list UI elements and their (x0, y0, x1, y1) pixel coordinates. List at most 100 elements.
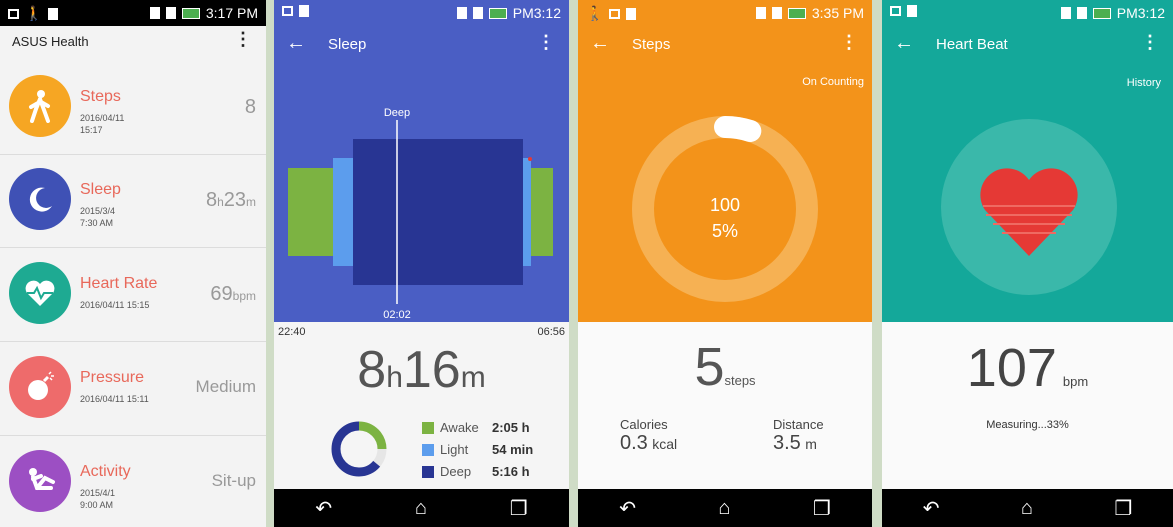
status-bar: PM3:12 (274, 0, 569, 26)
app-bar: ← Sleep ⋮ (274, 26, 569, 64)
list-item-sleep[interactable]: Sleep 2015/3/4 7:30 AM 8h23m (0, 153, 266, 248)
battery-icon (181, 7, 200, 19)
measuring-status: Measuring...33% (986, 419, 1069, 431)
item-value: 8h23m (205, 189, 256, 211)
screen-title: Heart Beat (936, 36, 1008, 53)
light-swatch (422, 444, 434, 456)
light-segment-left (333, 158, 353, 266)
list-item-pressure[interactable]: Pressure 2016/04/11 15:11 Medium (0, 341, 266, 436)
item-date: 2016/04/11 15:15 (80, 300, 150, 310)
awake-segment-left (288, 168, 334, 256)
step-count: 5steps (694, 337, 756, 397)
cursor-time-label: 02:02 (383, 309, 411, 321)
back-arrow-icon[interactable]: ← (286, 32, 306, 55)
back-arrow-icon[interactable]: ← (894, 32, 914, 55)
list-item-activity[interactable]: Activity 2015/4/1 9:00 AM Sit-up (0, 435, 266, 527)
list-item-heart-rate[interactable]: Heart Rate 2016/04/11 15:15 69bpm (0, 247, 266, 342)
phone-home: 🚶 3:17 PM ASUS Health ⋮ Steps 2016/04/11… (0, 0, 266, 527)
recents-nav-icon[interactable]: ❐ (1114, 496, 1132, 521)
history-link[interactable]: History (1127, 77, 1161, 89)
overflow-menu-icon[interactable]: ⋮ (840, 32, 858, 53)
counting-status: On Counting (802, 76, 864, 88)
sd-card-icon (299, 5, 309, 17)
item-name: Sleep (80, 181, 121, 198)
nav-bar: ↶ ⌂ ❐ (882, 489, 1173, 527)
app-bar: ← Steps ⋮ (578, 26, 872, 64)
back-nav-icon[interactable]: ↶ (315, 496, 332, 521)
notification-icon (282, 6, 293, 16)
distance-block: Distance 3.5 m (773, 417, 824, 455)
back-nav-icon[interactable]: ↶ (923, 496, 940, 521)
situp-icon (9, 450, 71, 512)
sd-card-icon (907, 5, 917, 17)
start-time: 22:40 (278, 326, 306, 338)
sim-icon (472, 7, 483, 19)
moon-icon (9, 168, 71, 230)
item-date: 2016/04/11 15:11 (80, 394, 149, 404)
list-item-steps[interactable]: Steps 2016/04/11 15:17 8 (0, 60, 266, 155)
nav-bar: ↶ ⌂ ❐ (274, 489, 569, 527)
home-nav-icon[interactable]: ⌂ (718, 497, 730, 520)
walking-icon (9, 75, 71, 137)
home-nav-icon[interactable]: ⌂ (1021, 497, 1033, 520)
status-bar: 🚶 3:17 PM (0, 0, 266, 26)
walking-icon: 🚶 (586, 5, 604, 21)
legend-row-awake: Awake 2:05 h (422, 417, 533, 439)
distance-value: 3.5 m (773, 432, 817, 454)
light-segment-right (523, 158, 531, 266)
vibrate-icon (1060, 7, 1071, 19)
vibrate-icon (755, 7, 766, 19)
sd-card-icon (626, 7, 637, 20)
end-marker (528, 157, 532, 161)
phone-heart-beat: PM3:12 ← Heart Beat ⋮ History 107 bpm Mea… (882, 0, 1173, 527)
status-bar: PM3:12 (882, 0, 1173, 26)
recents-nav-icon[interactable]: ❐ (510, 496, 528, 521)
walking-icon: 🚶 (25, 5, 43, 21)
cursor-stage-label: Deep (384, 107, 410, 119)
sim-icon (771, 7, 782, 19)
item-value: Medium (195, 377, 256, 396)
awake-segment-right (531, 168, 553, 256)
screen-title: Sleep (328, 36, 367, 53)
item-date: 2015/4/1 9:00 AM (80, 488, 116, 510)
phone-steps: 🚶 3:35 PM ← Steps ⋮ On Counting 100 5% 5… (578, 0, 872, 527)
item-name: Heart Rate (80, 275, 158, 292)
bpm-readout: 107 bpm (966, 338, 1089, 398)
status-time: 3:17 PM (205, 5, 258, 21)
back-nav-icon[interactable]: ↶ (619, 496, 636, 521)
awake-swatch (422, 422, 434, 434)
phone-sleep: PM3:12 ← Sleep ⋮ Deep 02:02 22:40 06:56 … (274, 0, 569, 527)
overflow-menu-icon[interactable]: ⋮ (1141, 32, 1159, 53)
bomb-icon (9, 356, 71, 418)
time-range: 22:40 06:56 (278, 326, 565, 338)
item-name: Pressure (80, 369, 145, 386)
sim-icon (165, 7, 176, 19)
end-time: 06:56 (537, 326, 565, 338)
calories-label: Calories (620, 417, 668, 432)
item-name: Steps (80, 88, 121, 105)
nav-bar: ↶ ⌂ ❐ (578, 489, 872, 527)
vibrate-icon (149, 7, 160, 19)
battery-icon (488, 7, 507, 19)
progress-percent: 5% (711, 221, 738, 241)
recents-nav-icon[interactable]: ❐ (813, 496, 831, 521)
heart-pulse-icon (9, 262, 71, 324)
overflow-menu-icon[interactable]: ⋮ (537, 32, 555, 53)
status-time: PM3:12 (1116, 5, 1165, 21)
notification-icon (609, 8, 621, 19)
total-sleep: 8h16m (357, 341, 486, 399)
item-value: Sit-up (211, 471, 256, 490)
home-nav-icon[interactable]: ⌂ (415, 497, 427, 520)
sleep-donut-chart (331, 421, 387, 477)
heart-indicator (941, 119, 1117, 295)
sd-card-icon (48, 7, 59, 20)
deep-swatch (422, 466, 434, 478)
progress-text: 100 5% (578, 192, 872, 244)
distance-label: Distance (773, 417, 824, 432)
sleep-stage-chart[interactable]: Deep 02:02 (274, 64, 569, 322)
overflow-menu-icon[interactable]: ⋮ (234, 29, 252, 50)
sim-icon (1076, 7, 1087, 19)
battery-icon (1092, 7, 1111, 19)
back-arrow-icon[interactable]: ← (590, 32, 610, 55)
battery-icon (787, 7, 806, 19)
